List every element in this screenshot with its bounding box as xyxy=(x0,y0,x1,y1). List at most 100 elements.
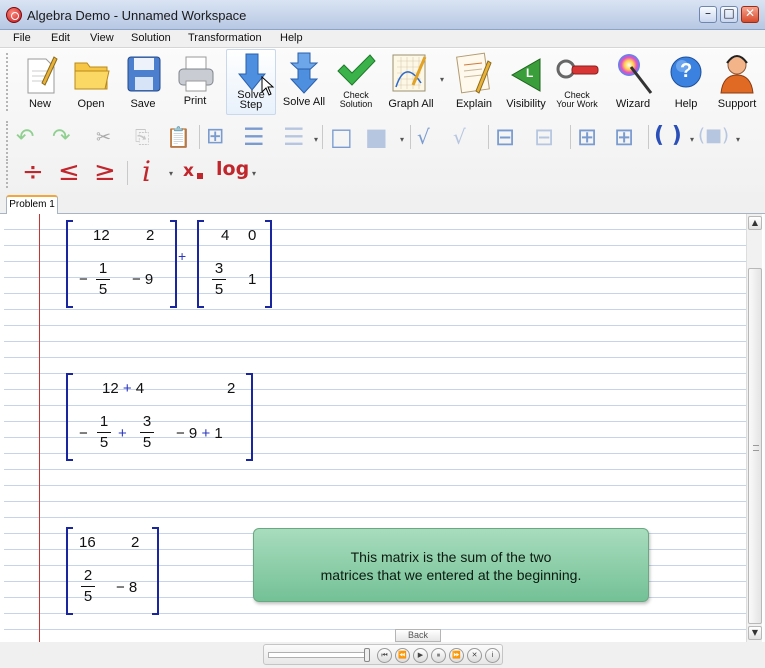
maximize-icon: □ xyxy=(723,6,735,20)
matrix-dropdown[interactable]: ▾ xyxy=(314,135,318,144)
log-icon[interactable]: log xyxy=(216,158,249,180)
rewind-icon[interactable]: ⏪ xyxy=(395,648,410,663)
explain-label: Explain xyxy=(455,98,493,110)
minimize-icon: – xyxy=(705,6,711,20)
bracket-icon[interactable]: (■) xyxy=(698,125,729,146)
matrix-4[interactable]: 16 2 25 − 8 xyxy=(66,527,166,617)
matrix-grid-icon[interactable]: ⊞ xyxy=(577,123,597,151)
new-button[interactable]: New xyxy=(18,49,62,115)
subscript-icon[interactable]: x xyxy=(183,161,194,181)
cut-icon[interactable]: ✂ xyxy=(96,127,111,148)
undo-icon[interactable]: ↶ xyxy=(16,125,34,150)
menu-file[interactable]: File xyxy=(13,32,31,44)
printer-icon xyxy=(178,56,214,92)
exponent-icon[interactable]: □ xyxy=(330,123,353,151)
magic-wand-icon xyxy=(618,54,653,94)
log-dropdown[interactable]: ▾ xyxy=(252,169,256,178)
greater-equal-icon[interactable]: ≥ xyxy=(94,157,116,187)
visibility-button[interactable]: L Visibility xyxy=(500,49,552,115)
copy-icon[interactable]: ⎘ xyxy=(135,127,149,148)
new-label: New xyxy=(28,98,51,110)
power-dropdown[interactable]: ▾ xyxy=(400,135,404,144)
check-solution-button[interactable]: Check Solution xyxy=(332,49,380,115)
pause-icon[interactable]: ⏸ xyxy=(431,648,446,663)
matrix-3-cell: 2 xyxy=(227,380,236,397)
scroll-up-icon[interactable]: ▲ xyxy=(748,216,762,230)
menu-help[interactable]: Help xyxy=(280,32,303,44)
save-button[interactable]: Save xyxy=(120,49,166,115)
redo-icon[interactable]: ↷ xyxy=(52,125,70,150)
divide-icon[interactable]: ÷ xyxy=(22,157,44,187)
bracket-dropdown[interactable]: ▾ xyxy=(736,135,740,144)
matrix-columns-icon[interactable]: ☰ xyxy=(243,123,265,151)
playback-slider[interactable] xyxy=(268,652,368,658)
playback-slider-thumb[interactable] xyxy=(364,648,370,662)
toolbar-grip[interactable] xyxy=(6,53,10,111)
visibility-label: Visibility xyxy=(506,98,546,110)
close-icon: ✕ xyxy=(744,6,756,20)
vertical-scrollbar[interactable]: ▲ ▼ xyxy=(746,214,762,642)
stop-icon[interactable]: ✕ xyxy=(467,648,482,663)
help-button[interactable]: ? Help xyxy=(664,49,708,115)
check-your-work-button[interactable]: Check Your Work xyxy=(552,49,602,115)
matrix-3[interactable]: 12 + 4 2 − 15 + 35 − 9 + 1 xyxy=(66,373,256,463)
tooltip-line-2: matrices that we entered at the beginnin… xyxy=(320,567,582,583)
explain-button[interactable]: Explain xyxy=(450,49,498,115)
graph-icon xyxy=(392,54,427,92)
less-equal-icon[interactable]: ≤ xyxy=(58,157,80,187)
print-label: Print xyxy=(183,95,207,107)
save-label: Save xyxy=(130,98,156,110)
parentheses-icon[interactable]: ( ) xyxy=(654,123,682,148)
wizard-button[interactable]: Wizard xyxy=(610,49,656,115)
graph-all-dropdown[interactable]: ▾ xyxy=(440,75,444,84)
toolbar-grip[interactable] xyxy=(6,162,10,188)
help-label: Help xyxy=(674,98,698,110)
subscript-box-icon xyxy=(197,173,203,179)
solve-step-button[interactable]: Solve Step xyxy=(226,49,276,115)
open-button[interactable]: Open xyxy=(68,49,114,115)
matrix-1[interactable]: 12 2 − 15 − 9 xyxy=(66,220,182,312)
imaginary-icon[interactable]: i xyxy=(142,155,151,188)
norm-icon[interactable]: ⊟ xyxy=(534,123,554,151)
square-root-icon[interactable]: √ xyxy=(417,125,430,149)
fast-forward-icon[interactable]: ⏩ xyxy=(449,648,464,663)
print-button[interactable]: Print xyxy=(172,49,218,115)
back-button[interactable]: Back xyxy=(395,629,441,642)
menu-solution[interactable]: Solution xyxy=(131,32,171,44)
scrollbar-thumb[interactable] xyxy=(748,268,762,624)
parentheses-dropdown[interactable]: ▾ xyxy=(690,135,694,144)
minimize-button[interactable]: – xyxy=(699,6,717,23)
paste-icon[interactable]: 📋 xyxy=(166,125,191,149)
info-icon[interactable]: i xyxy=(485,648,500,663)
scroll-down-icon[interactable]: ▼ xyxy=(748,626,762,640)
imaginary-dropdown[interactable]: ▾ xyxy=(169,169,173,178)
absolute-value-icon[interactable]: ⊟ xyxy=(495,123,515,151)
toolbar-grip[interactable] xyxy=(6,121,10,161)
power-icon[interactable]: ■ xyxy=(365,123,388,151)
graph-all-button[interactable]: ▾ Graph All xyxy=(386,49,444,115)
explain-document-icon xyxy=(456,52,492,94)
root-icon[interactable]: √ xyxy=(453,125,466,149)
support-button[interactable]: Support xyxy=(712,49,762,115)
open-label: Open xyxy=(77,98,105,110)
menu-view[interactable]: View xyxy=(90,32,114,44)
matrix-3-sign: − xyxy=(79,425,88,442)
app-logo-icon xyxy=(6,7,22,23)
solve-all-button[interactable]: Solve All xyxy=(280,49,328,115)
menu-edit[interactable]: Edit xyxy=(51,32,70,44)
close-button[interactable]: ✕ xyxy=(741,6,759,23)
matrix-2[interactable]: 4 0 35 1 xyxy=(197,220,277,312)
first-step-icon[interactable]: ⏮ xyxy=(377,648,392,663)
support-label: Support xyxy=(717,98,757,110)
graph-all-label: Graph All xyxy=(388,98,434,110)
play-icon[interactable]: ▶ xyxy=(413,648,428,663)
maximize-button[interactable]: □ xyxy=(720,6,738,23)
tab-problem-1[interactable]: Problem 1 xyxy=(6,195,58,214)
matrix-1-sign: − xyxy=(79,271,88,288)
menu-transformation[interactable]: Transformation xyxy=(188,32,262,44)
matrix-stack-icon[interactable]: ☰ xyxy=(283,123,305,151)
matrix-3-fraction: 15 xyxy=(97,413,111,452)
determinant-icon[interactable]: ⊞ xyxy=(614,123,634,151)
check-work-icon xyxy=(556,59,599,79)
matrix-row-icon[interactable]: ⊞ xyxy=(206,124,224,149)
